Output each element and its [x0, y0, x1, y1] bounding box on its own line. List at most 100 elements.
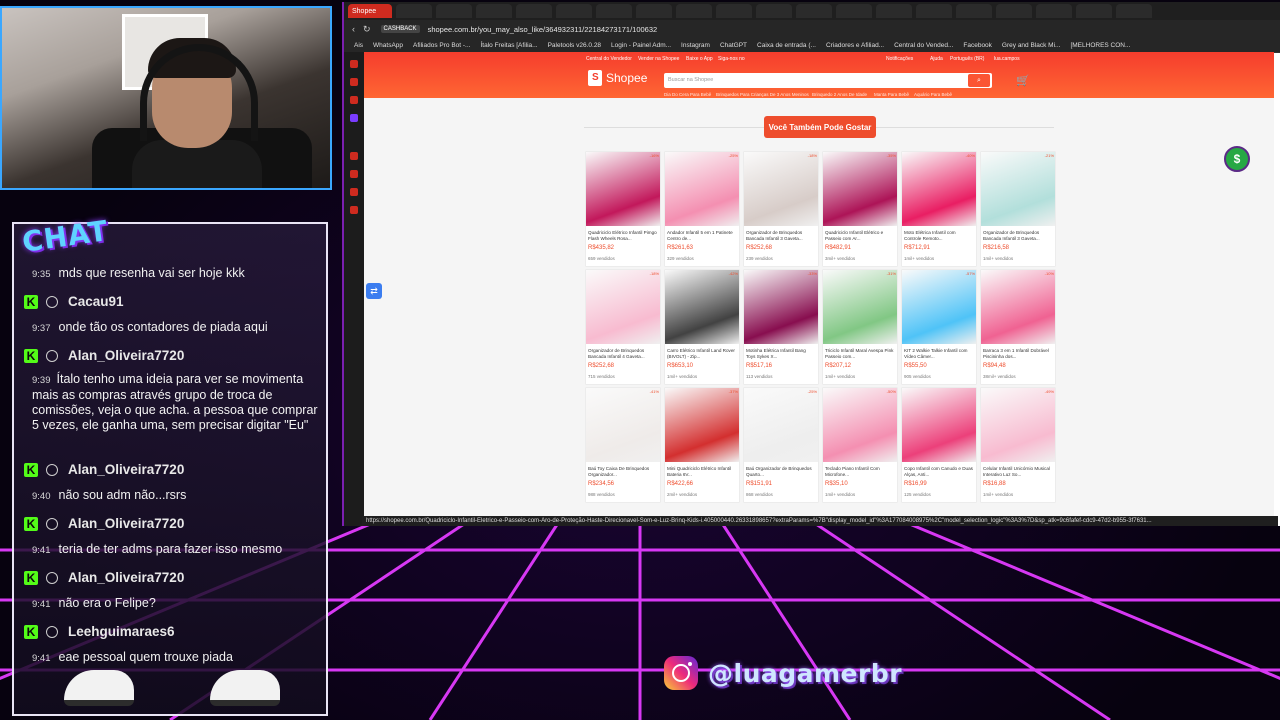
product-image[interactable] [902, 152, 976, 226]
product-card[interactable]: -21% Organizador de Brinquedos Bancada In… [981, 152, 1055, 266]
chat-username[interactable]: K Alan_Oliveira7720 [24, 516, 184, 531]
tab-other[interactable] [916, 4, 952, 18]
bookmark-item[interactable]: Central do Vended... [894, 42, 953, 49]
bookmark-item[interactable]: Criadores e Afiliad... [826, 42, 884, 49]
tab-other[interactable] [1076, 4, 1112, 18]
sidebar-app-icon[interactable] [350, 60, 358, 68]
tab-other[interactable] [516, 4, 552, 18]
account-link[interactable]: lua.campos [994, 56, 1020, 62]
bookmark-item[interactable]: ChatGPT [720, 42, 747, 49]
product-card[interactable]: -57% KIT 2 Walkie Talkie Infantil com Víd… [902, 270, 976, 384]
product-name[interactable]: Celular Infantil Unicórnio Musical Inter… [983, 466, 1053, 478]
product-name[interactable]: Baú Toy Caixa De Brinquedos Organizador.… [588, 466, 658, 478]
bookmark-item[interactable]: Caixa de entrada (... [757, 42, 816, 49]
language-select[interactable]: Português (BR) [950, 56, 984, 62]
bookmark-item[interactable]: [MELHORES CON... [1070, 42, 1130, 49]
tab-other[interactable] [556, 4, 592, 18]
product-name[interactable]: Organizador de Brinquedos Bancada Infant… [588, 348, 658, 360]
tab-other[interactable] [396, 4, 432, 18]
product-image[interactable] [744, 152, 818, 226]
chat-username[interactable]: K Leehguimaraes6 [24, 624, 175, 639]
reload-icon[interactable]: ↻ [363, 24, 371, 35]
product-image[interactable] [981, 152, 1055, 226]
product-card[interactable]: -25% Andador Infantil 5 em 1 Patinete Cen… [665, 152, 739, 266]
tab-other[interactable] [996, 4, 1032, 18]
product-name[interactable]: Carro Elétrico Infantil Land Rover (BIVO… [667, 348, 737, 360]
tab-other[interactable] [1116, 4, 1152, 18]
search-suggestion[interactable]: Manta Para Bebê [874, 92, 909, 97]
product-card[interactable]: -25% Baú Organizador de Brinquedos Quarto… [744, 388, 818, 502]
product-image[interactable] [586, 388, 660, 462]
chat-username[interactable]: K Alan_Oliveira7720 [24, 462, 184, 477]
product-card[interactable]: -35% Quadriciclo Infantil Elétrico e Pass… [823, 152, 897, 266]
product-card[interactable]: -37% Mini Quadriciclo Elétrico Infantil B… [665, 388, 739, 502]
search-suggestion[interactable]: Aquário Para Bebê [914, 92, 952, 97]
product-image[interactable] [586, 270, 660, 344]
sidebar-app-icon[interactable] [350, 114, 358, 122]
product-card[interactable]: -41% Baú Toy Caixa De Brinquedos Organiza… [586, 388, 660, 502]
product-card[interactable]: Copo Infantil com Canudo e Duas Alças, A… [902, 388, 976, 502]
product-name[interactable]: Organizador de Brinquedos Bancada Infant… [746, 230, 816, 242]
product-image[interactable] [981, 388, 1055, 462]
product-name[interactable]: KIT 2 Walkie Talkie Infantil com Vídeo C… [904, 348, 974, 360]
search-suggestion[interactable]: Brinquedo 2 Anos De Idade [812, 92, 867, 97]
back-icon[interactable]: ‹ [352, 24, 355, 34]
product-name[interactable]: Moto Elétrica Infantil com Controle Remo… [904, 230, 974, 242]
bookmark-item[interactable]: Paletools v26.0.28 [548, 42, 601, 49]
search-input[interactable]: Buscar na Shopee ⌕ [664, 73, 992, 88]
bookmark-item[interactable]: WhatsApp [373, 42, 403, 49]
tab-other[interactable] [836, 4, 872, 18]
product-card[interactable]: -49% Celular Infantil Unicórnio Musical I… [981, 388, 1055, 502]
product-image[interactable] [744, 270, 818, 344]
chat-username[interactable]: K Alan_Oliveira7720 [24, 570, 184, 585]
tab-other[interactable] [956, 4, 992, 18]
chat-username[interactable]: K Cacau91 [24, 294, 124, 309]
bookmark-item[interactable]: Ais [354, 42, 363, 49]
dollar-extension-icon[interactable]: $ [1224, 146, 1250, 172]
top-link[interactable]: Central do Vendedor [586, 56, 632, 62]
bookmark-item[interactable]: Facebook [963, 42, 992, 49]
tab-other[interactable] [436, 4, 472, 18]
url-field[interactable]: shopee.com.br/you_may_also_like/36493231… [428, 25, 658, 34]
product-name[interactable]: Mini Quadriciclo Elétrico Infantil Bater… [667, 466, 737, 478]
product-card[interactable]: -33% Motinha Elétrica Infantil Bang Toys … [744, 270, 818, 384]
product-card[interactable]: -16% Quadriciclo Elétrico Infantil Pimgo … [586, 152, 660, 266]
cashback-badge[interactable]: CASHBACK [380, 25, 420, 33]
top-link[interactable]: Siga-nos no [718, 56, 745, 62]
tab-other[interactable] [636, 4, 672, 18]
product-name[interactable]: Quadriciclo Elétrico Infantil Pimgo Flas… [588, 230, 658, 242]
product-name[interactable]: Baú Organizador de Brinquedos Quarto... [746, 466, 816, 478]
product-name[interactable]: Quadriciclo Infantil Elétrico e Passeio … [825, 230, 895, 242]
product-image[interactable] [665, 270, 739, 344]
tab-shopee[interactable]: Shopee [348, 4, 392, 18]
bookmark-item[interactable]: Ítalo Freitas [Afilia... [480, 42, 537, 49]
product-image[interactable] [665, 388, 739, 462]
sidebar-app-icon[interactable] [350, 96, 358, 104]
product-name[interactable]: Organizador de Brinquedos Bancada Infant… [983, 230, 1053, 242]
tab-other[interactable] [876, 4, 912, 18]
product-name[interactable]: Teclado Piano Infantil Com Microfone... [825, 466, 895, 478]
bookmark-item[interactable]: Grey and Black Mi... [1002, 42, 1061, 49]
search-suggestion[interactable]: Dia Do Cera Para Bebê [664, 92, 711, 97]
product-card[interactable]: -31% Triciclo Infantil Maral Avespa Pink … [823, 270, 897, 384]
product-name[interactable]: Copo Infantil com Canudo e Duas Alças, A… [904, 466, 974, 478]
product-card[interactable]: -40% Moto Elétrica Infantil com Controle … [902, 152, 976, 266]
shopee-logo[interactable]: Shopee [588, 70, 647, 86]
product-name[interactable]: Andador Infantil 5 em 1 Patinete Centro … [667, 230, 737, 242]
product-card[interactable]: -10% Barraca 3 em 1 Infantil Dobrável Pis… [981, 270, 1055, 384]
tab-other[interactable] [1036, 4, 1072, 18]
tab-other[interactable] [596, 4, 632, 18]
search-suggestion[interactable]: Brinquedos Para Crianças De 3 Anos Menin… [716, 92, 809, 97]
chat-username[interactable]: K Alan_Oliveira7720 [24, 348, 184, 363]
product-image[interactable] [665, 152, 739, 226]
help-link[interactable]: Ajuda [930, 56, 943, 62]
sidebar-app-icon[interactable] [350, 206, 358, 214]
product-image[interactable] [902, 270, 976, 344]
product-card[interactable]: -50% Teclado Piano Infantil Com Microfone… [823, 388, 897, 502]
sidebar-app-icon[interactable] [350, 78, 358, 86]
bookmark-item[interactable]: Afiliados Pro Bot -... [413, 42, 470, 49]
product-card[interactable]: -18% Organizador de Brinquedos Bancada In… [744, 152, 818, 266]
product-name[interactable]: Barraca 3 em 1 Infantil Dobrável Piscini… [983, 348, 1053, 360]
product-image[interactable] [823, 152, 897, 226]
tab-other[interactable] [676, 4, 712, 18]
